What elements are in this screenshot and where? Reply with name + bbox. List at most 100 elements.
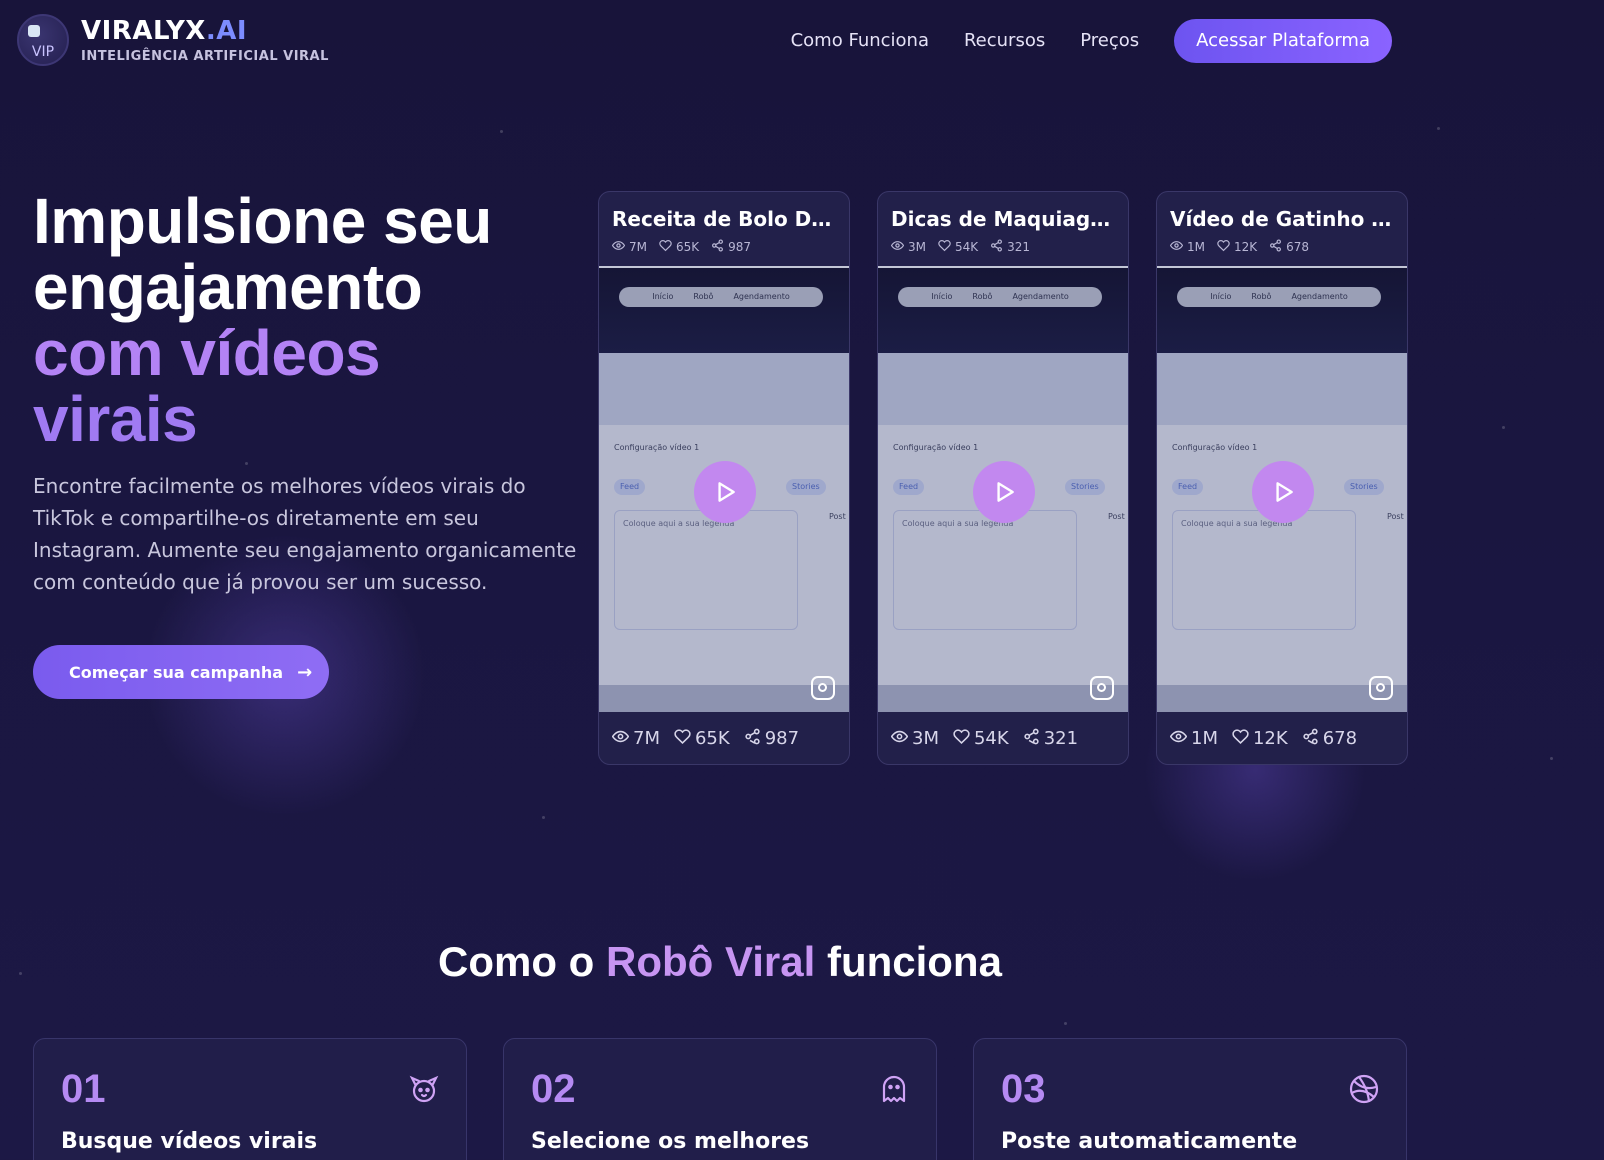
eye-icon xyxy=(611,728,630,749)
video-thumbnail[interactable]: Início Robô Agendamento Configuração víd… xyxy=(599,268,849,712)
hero-title-line-3: com vídeos xyxy=(33,317,381,389)
shares-stat: 987 xyxy=(711,239,751,255)
likes-stat: 12K xyxy=(1232,728,1288,749)
thumbnail-nav-item: Início xyxy=(1210,292,1232,301)
eye-icon xyxy=(1169,239,1184,255)
thumbnail-nav-item: Agendamento xyxy=(733,292,790,301)
background-star xyxy=(1550,757,1553,760)
views-stat: 7M xyxy=(611,728,660,749)
video-card[interactable]: Dicas de Maquiage... 3M 54K 321 Início R… xyxy=(877,191,1129,765)
thumbnail-app-header: Início Robô Agendamento xyxy=(1157,268,1407,353)
play-button[interactable] xyxy=(694,461,756,523)
nav-link-recursos[interactable]: Recursos xyxy=(964,19,1045,63)
brand-tagline: INTELIGÊNCIA ARTIFICIAL VIRAL xyxy=(81,49,329,64)
video-card[interactable]: Receita de Bolo Deli... 7M 65K 987 Iníci… xyxy=(598,191,850,765)
share-icon xyxy=(1269,239,1282,255)
play-icon xyxy=(997,482,1014,502)
likes-count: 12K xyxy=(1234,240,1258,254)
start-campaign-button[interactable]: Começar sua campanha → xyxy=(33,645,329,699)
step-card-3: 03 Poste automaticamente xyxy=(973,1038,1407,1160)
thumbnail-caption-box: Coloque aqui a sua legenda xyxy=(614,510,798,630)
background-star xyxy=(542,816,545,819)
background-star xyxy=(1437,127,1440,130)
video-stats-top: 3M 54K 321 xyxy=(890,239,1115,255)
video-title: Receita de Bolo Deli... xyxy=(612,207,836,231)
thumbnail-post-label: Post xyxy=(829,512,846,521)
hero-title: Impulsione seu engajamento com vídeos vi… xyxy=(33,188,593,452)
thumbnail-nav: Início Robô Agendamento xyxy=(1177,287,1381,307)
heart-icon xyxy=(938,239,951,255)
instagram-icon[interactable] xyxy=(1369,676,1393,700)
brand-text: VIRALYX.AI INTELIGÊNCIA ARTIFICIAL VIRAL xyxy=(81,14,329,64)
video-stats-bottom: 1M 12K 678 xyxy=(1157,712,1407,764)
shares-count: 321 xyxy=(1043,727,1079,749)
instagram-icon[interactable] xyxy=(1090,676,1114,700)
shares-count: 987 xyxy=(764,727,800,749)
play-button[interactable] xyxy=(1252,461,1314,523)
heart-icon xyxy=(953,728,970,749)
likes-stat: 54K xyxy=(953,728,1009,749)
how-it-works-title: Como o Robô Viral funciona xyxy=(0,938,1440,986)
how-title-pre: Como o xyxy=(438,938,595,985)
thumbnail-caption-box: Coloque aqui a sua legenda xyxy=(893,510,1077,630)
video-stats-bottom: 7M 65K 987 xyxy=(599,712,849,764)
thumbnail-nav-item: Início xyxy=(931,292,953,301)
shares-stat: 321 xyxy=(1023,728,1078,749)
background-star xyxy=(1064,1022,1067,1025)
thumbnail-post-label: Post xyxy=(1108,512,1125,521)
thumbnail-nav: Início Robô Agendamento xyxy=(898,287,1102,307)
thumbnail-nav-item: Robô xyxy=(693,292,714,301)
access-platform-button[interactable]: Acessar Plataforma xyxy=(1174,19,1392,63)
eye-icon xyxy=(1169,728,1188,749)
hero-description: Encontre facilmente os melhores vídeos v… xyxy=(33,474,577,594)
thumbnail-post-label: Post xyxy=(1387,512,1404,521)
thumbnail-stories-pill: Stories xyxy=(1065,479,1105,495)
shares-count: 321 xyxy=(1007,240,1031,254)
background-star xyxy=(500,130,503,133)
brand-name: VIRALYX.AI xyxy=(81,14,329,48)
top-navigation-bar: VIP VIRALYX.AI INTELIGÊNCIA ARTIFICIAL V… xyxy=(0,0,1604,82)
shares-count: 678 xyxy=(1286,240,1310,254)
share-icon xyxy=(1023,728,1040,749)
thumbnail-caption-box: Coloque aqui a sua legenda xyxy=(1172,510,1356,630)
how-title-accent: Robô Viral xyxy=(606,938,816,985)
heart-icon xyxy=(674,728,691,749)
likes-count: 65K xyxy=(694,727,730,749)
play-icon xyxy=(718,482,735,502)
step-title: Poste automaticamente xyxy=(1001,1129,1298,1154)
play-icon xyxy=(1276,482,1293,502)
instagram-icon[interactable] xyxy=(811,676,835,700)
play-button[interactable] xyxy=(973,461,1035,523)
broken-image-icon xyxy=(28,25,40,37)
thumbnail-panel-label: Configuração vídeo 1 xyxy=(614,443,700,452)
arrow-right-icon: → xyxy=(297,661,313,683)
thumbnail-app-header: Início Robô Agendamento xyxy=(599,268,849,353)
nav-link-precos[interactable]: Preços xyxy=(1080,19,1139,63)
nav-link-como-funciona[interactable]: Como Funciona xyxy=(791,19,929,63)
eye-icon xyxy=(890,239,905,255)
views-stat: 1M xyxy=(1169,728,1218,749)
video-card[interactable]: Vídeo de Gatinho Fofo 1M 12K 678 Início … xyxy=(1156,191,1408,765)
views-count: 3M xyxy=(912,727,939,749)
views-stat: 7M xyxy=(611,239,647,255)
logo-image: VIP xyxy=(17,14,69,66)
heart-icon xyxy=(659,239,672,255)
step-number: 02 xyxy=(531,1067,576,1111)
eye-icon xyxy=(611,239,626,255)
how-title-post: funciona xyxy=(826,938,1002,985)
video-thumbnail[interactable]: Início Robô Agendamento Configuração víd… xyxy=(878,268,1128,712)
shares-stat: 678 xyxy=(1302,728,1357,749)
likes-stat: 65K xyxy=(659,239,699,255)
background-star xyxy=(245,462,248,465)
video-card-header: Receita de Bolo Deli... 7M 65K 987 xyxy=(599,192,849,268)
likes-stat: 65K xyxy=(674,728,730,749)
brand-logo-link[interactable]: VIP VIRALYX.AI INTELIGÊNCIA ARTIFICIAL V… xyxy=(17,14,329,66)
likes-count: 12K xyxy=(1252,727,1288,749)
thumbnail-nav-item: Robô xyxy=(1251,292,1272,301)
ghost-icon xyxy=(878,1073,910,1105)
thumbnail-banner xyxy=(1157,353,1407,425)
shares-count: 678 xyxy=(1322,727,1358,749)
thumbnail-panel-label: Configuração vídeo 1 xyxy=(1172,443,1258,452)
video-thumbnail[interactable]: Início Robô Agendamento Configuração víd… xyxy=(1157,268,1407,712)
views-stat: 1M xyxy=(1169,239,1205,255)
